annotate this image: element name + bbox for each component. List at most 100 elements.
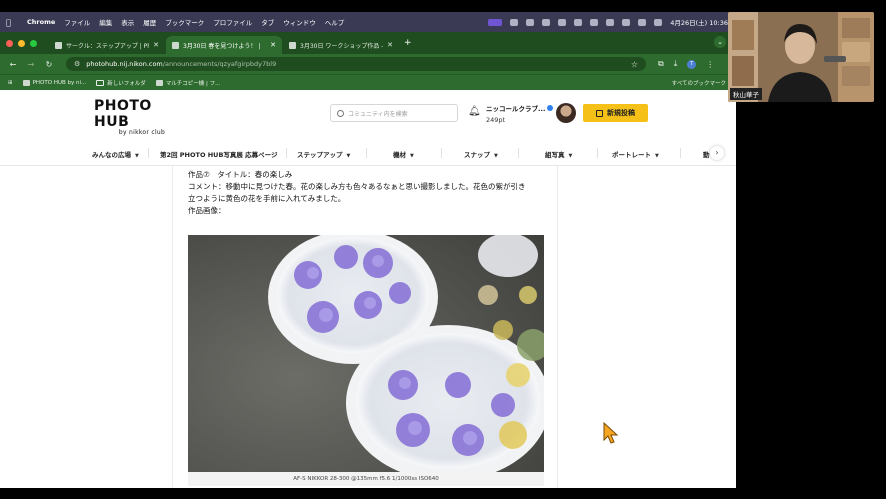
bookmark-favicon-icon [22, 79, 30, 86]
menu-view[interactable]: 表示 [121, 17, 134, 27]
minimize-window-button[interactable] [18, 39, 25, 47]
menu-help[interactable]: ヘルプ [325, 17, 345, 27]
control-center-icon[interactable] [654, 18, 663, 26]
work-comment-cont: 立つように黄色の花を手前に入れてみました。 [188, 194, 346, 203]
flower-photo-image [188, 235, 544, 472]
menu-bookmarks[interactable]: ブックマーク [165, 17, 204, 27]
bookmark-label: 新しいフォルダ [107, 80, 146, 87]
close-window-button[interactable] [6, 39, 13, 47]
tab-label: サークル：ステップアップ | Pho [66, 42, 150, 50]
new-tab-button[interactable]: + [404, 38, 412, 48]
category-video[interactable]: 動 [703, 149, 710, 159]
tab-search-chevron-icon[interactable]: ⌄ [714, 36, 726, 48]
toolbar-icons: ⧉ ⤓ T ⋮ [658, 59, 714, 69]
new-post-button[interactable]: 新規投稿 [583, 104, 648, 122]
new-post-label: 新規投稿 [607, 109, 635, 117]
window-controls [6, 39, 37, 47]
pen-icon[interactable] [542, 18, 551, 26]
work-title: 作品⑦ タイトル：春の楽しみ [188, 170, 293, 179]
menu-history[interactable]: 履歴 [143, 17, 156, 27]
more-menu-icon[interactable]: ⋮ [706, 60, 714, 69]
browser-toolbar: ← → ↻ ⚙ photohub.nij.nikon.com /announce… [0, 54, 736, 74]
menu-edit[interactable]: 編集 [99, 17, 112, 27]
menubar-clock[interactable]: 4月26日(土) 10:36 [670, 17, 728, 27]
chevron-down-icon: ▼ [568, 153, 573, 159]
bookmark-label: マルチコピー機 | フ... [165, 80, 221, 87]
verified-badge-icon [547, 105, 554, 111]
site-info-icon[interactable]: ⚙ [74, 60, 80, 68]
bookmark-new-folder[interactable]: 新しいフォルダ [96, 79, 146, 87]
category-photo-exhibition[interactable]: 第2回 PHOTO HUB写真展 応募ページ [160, 149, 278, 159]
category-portrait[interactable]: ポートレート ▼ [612, 149, 659, 159]
tab-close-icon[interactable]: ✕ [153, 41, 159, 49]
category-composite[interactable]: 組写真 ▼ [545, 149, 572, 159]
bookmarks-bar: ⊞ PHOTO HUB by ni... 新しいフォルダ マルチコピー機 | フ… [0, 74, 736, 90]
menu-app-name[interactable]: Chrome [27, 18, 55, 26]
grid-icon[interactable] [558, 18, 567, 26]
back-arrow-icon[interactable]: ← [4, 60, 22, 69]
bluetooth-icon[interactable] [622, 18, 631, 26]
cloud-icon[interactable] [526, 18, 535, 26]
category-nav: みんなの広場 ▼ 第2回 PHOTO HUB写真展 応募ページ ステップアップ ▼ … [0, 140, 736, 166]
tab-label: 3月30日 春を見つけよう！ | [183, 42, 261, 50]
menu-profile[interactable]: プロファイル [213, 17, 252, 27]
tab-spring[interactable]: 3月30日 春を見つけよう！ | ✕ [166, 36, 282, 54]
category-label: 機材 [393, 151, 406, 159]
photohub-logo[interactable]: PHOTO HUB by nikkor club [94, 98, 190, 136]
bookmark-photohub[interactable]: PHOTO HUB by ni... [22, 79, 87, 86]
battery-icon[interactable] [606, 18, 615, 26]
menu-file[interactable]: ファイル [64, 17, 90, 27]
accessibility-icon[interactable] [590, 18, 599, 26]
folder-icon [96, 79, 105, 86]
all-bookmarks-label: すべてのブックマーク [671, 81, 726, 87]
post-text: 作品⑦ タイトル：春の楽しみ コメント：移動中に見つけた春。花の楽しみ方も色々あ… [188, 169, 548, 217]
url-path: /announcements/qzyafgirpbdy7bl9 [162, 60, 277, 68]
article-body: 作品⑦ タイトル：春の楽しみ コメント：移動中に見つけた春。花の楽しみ方も色々あ… [172, 166, 558, 488]
record-icon[interactable] [510, 18, 519, 26]
bookmark-star-icon[interactable]: ☆ [631, 60, 638, 69]
divider [441, 148, 442, 158]
apps-grid-icon[interactable]: ⊞ [8, 80, 13, 86]
sliders-icon[interactable] [574, 18, 583, 26]
photo-caption: AF-S NIKKOR 28-300 @135mm f5.6 1/1000ss … [188, 472, 544, 486]
logo-main-text: PHOTO HUB [94, 98, 152, 130]
tab-stepup[interactable]: サークル：ステップアップ | Pho ✕ [49, 36, 165, 54]
category-stepup[interactable]: ステップアップ ▼ [297, 149, 350, 159]
profile-avatar-icon[interactable]: T [687, 59, 697, 69]
category-plaza[interactable]: みんなの広場 ▼ [92, 149, 139, 159]
tab-favicon-icon [172, 41, 179, 49]
search-placeholder: コミュニティ内を検索 [348, 110, 408, 118]
tab-favicon-icon [289, 41, 296, 49]
browser-tabstrip: サークル：ステップアップ | Pho ✕ 3月30日 春を見つけよう！ | ✕ … [0, 32, 736, 54]
tab-workshop[interactable]: 3月30日 ワークショップ作品 - | ✕ [283, 36, 399, 54]
bookmark-multicopy[interactable]: マルチコピー機 | フ... [155, 79, 221, 87]
forward-arrow-icon[interactable]: → [22, 60, 40, 69]
logo-sub-text: by nikkor club [118, 129, 166, 136]
address-bar[interactable]: ⚙ photohub.nij.nikon.com /announcements/… [66, 57, 646, 71]
work-comment: コメント：移動中に見つけた春。花の楽しみ方も色々あるなぁと思い撮影しました。花色… [188, 182, 526, 191]
video-frame:  Chrome ファイル 編集 表示 履歴 ブックマーク プロファイル タブ … [0, 0, 886, 499]
apple-icon[interactable]:  [6, 18, 18, 27]
work-photo[interactable] [188, 235, 544, 472]
tab-close-icon[interactable]: ✕ [387, 41, 393, 49]
category-snap[interactable]: スナップ ▼ [464, 149, 498, 159]
avatar[interactable] [556, 103, 576, 123]
screen-share-icon[interactable] [488, 18, 503, 26]
zoom-window-button[interactable] [30, 39, 37, 47]
extensions-icon[interactable]: ⧉ [658, 59, 664, 69]
all-bookmarks[interactable]: すべてのブックマーク [669, 75, 726, 91]
user-info[interactable]: ニッコールクラブ... 249pt [486, 103, 554, 124]
community-search-input[interactable]: コミュニティ内を検索 [330, 104, 458, 122]
menu-window[interactable]: ウィンドウ [283, 17, 316, 27]
reload-icon[interactable]: ↻ [40, 60, 58, 69]
search-spotlight-icon[interactable] [638, 18, 647, 26]
bookmark-label: PHOTO HUB by ni... [32, 79, 87, 86]
menu-tab[interactable]: タブ [261, 17, 274, 27]
scroll-right-arrow-icon[interactable]: › [710, 146, 724, 160]
tab-close-icon[interactable]: ✕ [270, 41, 276, 49]
user-points: 249pt [486, 116, 506, 124]
notification-bell-icon[interactable]: 🔔︎ [468, 106, 481, 117]
category-equipment[interactable]: 機材 ▼ [393, 149, 414, 159]
divider [597, 148, 598, 158]
download-icon[interactable]: ⤓ [674, 59, 678, 69]
